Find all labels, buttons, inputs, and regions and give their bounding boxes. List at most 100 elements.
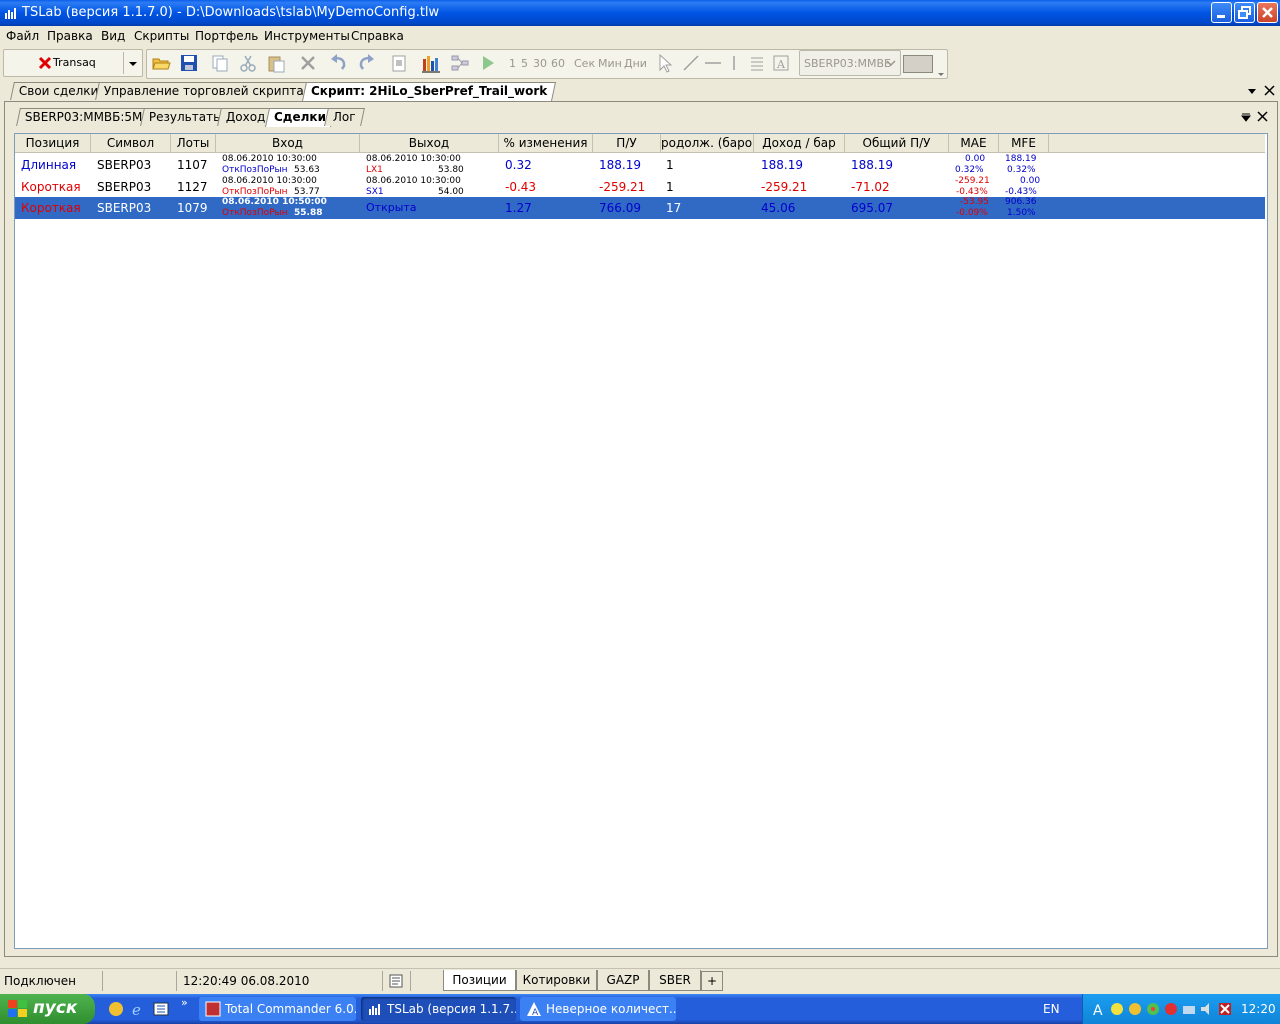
fib-lines-icon[interactable] xyxy=(747,53,767,73)
connector-label: Transaq xyxy=(53,56,96,69)
horizontal-line-icon[interactable] xyxy=(703,53,723,73)
cut-icon[interactable] xyxy=(238,53,258,73)
interval-1[interactable]: 1 xyxy=(509,57,516,70)
delete-icon[interactable] xyxy=(298,53,318,73)
interval-5[interactable]: 5 xyxy=(521,57,528,70)
unit-seconds[interactable]: Сек xyxy=(574,57,595,70)
mfe-value: 0.00 xyxy=(1020,176,1041,186)
undo-icon[interactable] xyxy=(329,53,349,73)
language-indicator[interactable]: EN xyxy=(1043,1002,1060,1016)
col-total-pl[interactable]: Общий П/У xyxy=(845,134,949,152)
document-tabs: Свои сделки Управление торговлей скрипта… xyxy=(8,82,1280,102)
entry-price: 53.63 xyxy=(294,165,320,175)
col-entry[interactable]: Вход xyxy=(216,134,360,152)
lots-cell: 1127 xyxy=(177,180,208,194)
diagram-icon[interactable] xyxy=(450,53,470,73)
col-symbol[interactable]: Символ xyxy=(91,134,171,152)
tray-alert-icon[interactable] xyxy=(1163,1001,1179,1017)
tab-gazp[interactable]: GAZP xyxy=(597,970,649,991)
menu-scripts[interactable]: Скрипты xyxy=(134,29,189,43)
menu-tools[interactable]: Инструменты xyxy=(264,29,350,43)
tab-quotes[interactable]: Котировки xyxy=(516,970,597,991)
vertical-line-icon[interactable] xyxy=(724,53,744,73)
redo-icon[interactable] xyxy=(356,53,376,73)
task-tslab[interactable]: TSLab (версия 1.1.7.... xyxy=(361,997,516,1021)
entry-price: 55.88 xyxy=(294,208,323,218)
symbol-select[interactable]: SBERP03:ММВБ xyxy=(799,50,901,76)
close-panel-icon[interactable] xyxy=(1257,111,1268,122)
add-tab-button[interactable]: + xyxy=(701,971,723,991)
col-bars-held[interactable]: родолж. (баров xyxy=(661,134,754,152)
tab-script-trading[interactable]: Управление торговлей скриптами xyxy=(95,82,330,100)
col-mae[interactable]: MAE xyxy=(949,134,999,152)
connector-select[interactable]: Transaq xyxy=(3,49,143,77)
close-tab-icon[interactable] xyxy=(1264,85,1275,96)
task-error-dialog[interactable]: A Неверное количест... xyxy=(520,997,676,1021)
unit-days[interactable]: Дни xyxy=(624,57,647,70)
table-row[interactable]: Короткая SBERP03 1127 08.06.2010 10:30:0… xyxy=(15,176,1265,198)
close-button[interactable] xyxy=(1257,2,1278,23)
col-mfe[interactable]: MFE xyxy=(999,134,1049,152)
interval-60[interactable]: 60 xyxy=(551,57,565,70)
tab-chart-sberp03[interactable]: SBERP03:ММВБ:5M xyxy=(16,108,152,126)
tab-own-trades[interactable]: Свои сделки xyxy=(10,82,108,100)
tray-volume-icon[interactable] xyxy=(1199,1001,1215,1017)
pl-per-bar-cell: 45.06 xyxy=(761,201,796,215)
col-pl-per-bar[interactable]: Доход / бар xyxy=(754,134,845,152)
pointer-icon[interactable] xyxy=(655,53,675,73)
col-position[interactable]: Позиция xyxy=(15,134,91,152)
text-tool-icon[interactable]: A xyxy=(771,53,791,73)
task-total-commander[interactable]: Total Commander 6.0... xyxy=(199,997,356,1021)
title-bar[interactable]: TSLab (версия 1.1.7.0) - D:\Downloads\ts… xyxy=(0,0,1280,26)
quicklaunch-ie-icon[interactable]: e xyxy=(131,1001,147,1017)
chart-icon[interactable] xyxy=(421,53,441,73)
panel-menu-icon[interactable] xyxy=(1241,112,1251,122)
properties-icon[interactable] xyxy=(389,53,409,73)
open-folder-icon[interactable] xyxy=(151,53,171,73)
menu-edit[interactable]: Правка xyxy=(47,29,93,43)
paste-icon[interactable] xyxy=(266,53,286,73)
mfe-pct: 1.50% xyxy=(1007,208,1036,218)
copy-icon[interactable] xyxy=(210,53,230,73)
quicklaunch-messenger-icon[interactable] xyxy=(108,1001,124,1017)
mfe-pct: 0.32% xyxy=(1007,165,1036,175)
menu-help[interactable]: Справка xyxy=(351,29,404,43)
table-row-selected[interactable]: Короткая SBERP03 1079 08.06.2010 10:50:0… xyxy=(15,197,1265,219)
tab-log[interactable]: Лог xyxy=(324,108,365,126)
connector-dropdown-button[interactable] xyxy=(123,52,142,74)
col-pct-change[interactable]: % изменения xyxy=(499,134,593,152)
save-icon[interactable] xyxy=(179,53,199,73)
start-label: пуск xyxy=(33,998,78,1018)
menu-portfolio[interactable]: Портфель xyxy=(195,29,258,43)
play-icon[interactable] xyxy=(478,53,498,73)
quicklaunch-desktop-icon[interactable] xyxy=(153,1001,169,1017)
unit-minutes[interactable]: Мин xyxy=(598,57,622,70)
col-pl[interactable]: П/У xyxy=(593,134,661,152)
restore-button[interactable] xyxy=(1234,2,1255,23)
quicklaunch-overflow-icon[interactable]: » xyxy=(181,996,188,1009)
col-exit[interactable]: Выход xyxy=(360,134,499,152)
tab-positions[interactable]: Позиции xyxy=(443,970,516,991)
toolbar-overflow-icon[interactable] xyxy=(937,69,945,77)
tab-list-dropdown-icon[interactable] xyxy=(1247,86,1257,96)
tray-network-icon[interactable] xyxy=(1109,1001,1125,1017)
minimize-button[interactable] xyxy=(1211,2,1232,23)
tray-antivirus-icon[interactable] xyxy=(1217,1001,1233,1017)
tab-sber[interactable]: SBER xyxy=(649,970,701,991)
start-button[interactable]: пуск xyxy=(0,994,95,1024)
exit-signal: SX1 xyxy=(366,187,384,197)
tray-app-icon[interactable]: A xyxy=(1091,1001,1107,1017)
tray-icq-icon[interactable] xyxy=(1145,1001,1161,1017)
interval-30[interactable]: 30 xyxy=(533,57,547,70)
tray-connection-icon[interactable] xyxy=(1181,1001,1197,1017)
notes-icon[interactable] xyxy=(389,974,403,988)
color-swatch-button[interactable] xyxy=(903,55,933,73)
trend-line-icon[interactable] xyxy=(681,53,701,73)
menu-view[interactable]: Вид xyxy=(101,29,125,43)
col-lots[interactable]: Лоты xyxy=(171,134,216,152)
table-row[interactable]: Длинная SBERP03 1107 08.06.2010 10:30:00… xyxy=(15,154,1265,176)
pct-change-cell: 1.27 xyxy=(505,201,532,215)
tab-script-2hilo[interactable]: Скрипт: 2HiLo_SberPref_Trail_work xyxy=(301,82,557,101)
menu-file[interactable]: Файл xyxy=(6,29,39,43)
tray-messenger-icon[interactable] xyxy=(1127,1001,1143,1017)
